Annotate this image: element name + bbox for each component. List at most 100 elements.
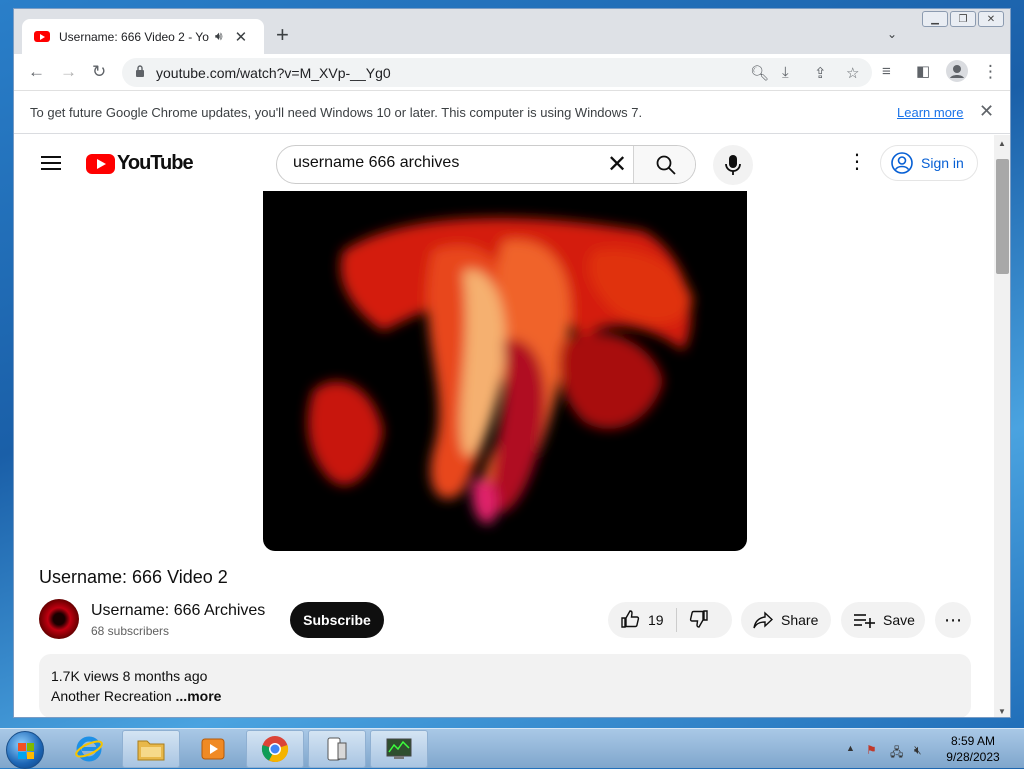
action-center-icon[interactable]: ⚑ <box>866 743 877 757</box>
description-text: Another Recreation ...more <box>51 688 221 704</box>
video-player[interactable] <box>263 191 747 551</box>
channel-name[interactable]: Username: 666 Archives <box>91 602 265 620</box>
youtube-page: YouTube ✕ ⋮ <box>14 135 994 717</box>
channel-avatar[interactable] <box>39 599 79 639</box>
clock-date: 9/28/2023 <box>946 750 1000 764</box>
new-tab-button[interactable]: + <box>276 24 289 46</box>
scroll-down-icon[interactable]: ▼ <box>998 707 1006 716</box>
view-count-and-date: 1.7K views 8 months ago <box>51 668 208 684</box>
settings-kebab-icon[interactable]: ⋮ <box>847 152 867 172</box>
install-app-icon[interactable]: ⤓ <box>782 64 789 81</box>
start-button[interactable] <box>6 731 44 769</box>
speaker-icon[interactable]: 🔊︎ <box>215 29 223 44</box>
bookmark-star-icon[interactable]: ☆ <box>846 64 859 82</box>
voice-search-button[interactable] <box>713 145 753 185</box>
device-icon <box>327 737 347 761</box>
description-body: Another Recreation <box>51 688 172 704</box>
scroll-up-icon[interactable]: ▲ <box>998 139 1006 148</box>
thumbs-down-icon <box>689 609 708 628</box>
share-page-icon[interactable]: ⇪ <box>814 64 827 82</box>
chrome-taskbar-button[interactable] <box>246 730 304 768</box>
zoom-search-icon[interactable]: 🔍︎ <box>750 64 769 82</box>
media-player-taskbar-button[interactable] <box>184 730 242 768</box>
media-player-icon <box>201 738 225 760</box>
youtube-header: YouTube ✕ ⋮ <box>14 135 994 191</box>
windows-logo-icon <box>18 743 34 759</box>
side-panel-icon[interactable]: ◧ <box>916 62 930 82</box>
description-box[interactable]: 1.7K views 8 months ago Another Recreati… <box>39 654 971 717</box>
account-icon <box>891 152 913 174</box>
playlist-add-icon <box>854 614 875 628</box>
task-manager-taskbar-button[interactable] <box>370 730 428 768</box>
share-arrow-icon <box>753 611 773 629</box>
sign-in-button[interactable]: Sign in <box>880 145 978 181</box>
share-button[interactable]: Share <box>741 602 831 638</box>
address-bar[interactable]: youtube.com/watch?v=M_XVp-__Yg0 🔍︎ ⤓ ⇪ ☆ <box>122 58 872 87</box>
subscriber-count: 68 subscribers <box>91 624 170 638</box>
windows-taskbar: ▲ ⚑ 🖧︎ 🔇︎ 8:59 AM 9/28/2023 <box>0 728 1024 769</box>
reload-icon[interactable]: ↻ <box>92 62 106 82</box>
more-horizontal-icon: ⋯ <box>944 609 962 630</box>
close-window-button[interactable]: ✕ <box>978 11 1004 27</box>
youtube-favicon-icon <box>34 31 50 42</box>
scrollbar-thumb[interactable] <box>996 159 1009 274</box>
profile-avatar[interactable] <box>946 60 968 87</box>
window-controls: ▁ ❐ ✕ <box>922 11 1004 27</box>
share-label: Share <box>781 612 819 628</box>
like-button[interactable] <box>620 609 640 632</box>
clock-time: 8:59 AM <box>950 734 996 748</box>
sign-in-label: Sign in <box>921 155 964 171</box>
network-icon[interactable]: 🖧︎ <box>890 743 903 764</box>
volume-muted-icon[interactable]: 🔇︎ <box>914 743 922 758</box>
device-taskbar-button[interactable] <box>308 730 366 768</box>
folder-icon <box>137 740 165 761</box>
tab-youtube[interactable]: Username: 666 Video 2 - You 🔊︎ ✕ <box>22 19 264 54</box>
file-explorer-taskbar-button[interactable] <box>122 730 180 768</box>
youtube-logo[interactable]: YouTube <box>86 152 194 175</box>
back-arrow-icon[interactable]: ← <box>28 62 45 82</box>
search-input[interactable] <box>293 154 593 172</box>
tab-title: Username: 666 Video 2 - You <box>59 29 209 44</box>
minimize-button[interactable]: ▁ <box>922 11 948 27</box>
menu-kebab-icon[interactable]: ⋮ <box>982 62 999 82</box>
more-actions-button[interactable]: ⋯ <box>935 602 971 638</box>
browser-toolbar: ← → ↻ youtube.com/watch?v=M_XVp-__Yg0 🔍︎… <box>14 54 1010 91</box>
like-count: 19 <box>648 612 664 628</box>
forward-arrow-icon[interactable]: → <box>60 62 77 82</box>
save-button[interactable]: Save <box>841 602 925 638</box>
infobar-close-icon[interactable]: ✕ <box>979 101 994 122</box>
clear-search-icon[interactable]: ✕ <box>607 152 627 178</box>
tab-strip: Username: 666 Video 2 - You 🔊︎ ✕ + ⌄ ▁ ❐… <box>14 9 1010 54</box>
chrome-icon <box>261 736 289 763</box>
video-title: Username: 666 Video 2 <box>39 567 228 587</box>
like-dislike-group: 19 <box>608 602 732 638</box>
dislike-button[interactable] <box>689 609 709 632</box>
youtube-play-icon <box>86 153 115 174</box>
tab-close-icon[interactable]: ✕ <box>235 28 248 46</box>
infobar-message: To get future Google Chrome updates, you… <box>30 105 643 120</box>
search-button[interactable] <box>633 146 695 183</box>
video-frame <box>307 217 693 524</box>
lock-icon[interactable] <box>135 65 145 77</box>
chrome-window: Username: 666 Video 2 - You 🔊︎ ✕ + ⌄ ▁ ❐… <box>13 8 1011 718</box>
learn-more-link[interactable]: Learn more <box>897 105 963 120</box>
update-infobar: To get future Google Chrome updates, you… <box>14 92 1010 134</box>
page-scrollbar[interactable]: ▲ ▼ <box>994 135 1010 717</box>
show-more-link[interactable]: ...more <box>176 688 222 704</box>
subscribe-button[interactable]: Subscribe <box>290 602 384 638</box>
tab-search-chevron-icon[interactable]: ⌄ <box>887 27 897 41</box>
search-icon <box>656 155 676 175</box>
internet-explorer-taskbar-button[interactable] <box>60 730 118 768</box>
microphone-icon <box>725 155 741 175</box>
task-manager-icon <box>386 738 412 759</box>
search-box[interactable]: ✕ <box>276 145 696 184</box>
internet-explorer-icon <box>75 736 103 762</box>
restore-button[interactable]: ❐ <box>950 11 976 27</box>
like-divider <box>675 608 677 632</box>
guide-menu-icon[interactable] <box>41 156 61 170</box>
url-text[interactable]: youtube.com/watch?v=M_XVp-__Yg0 <box>156 65 391 81</box>
media-controls-icon[interactable]: ≡ <box>882 62 891 82</box>
save-label: Save <box>883 612 915 628</box>
show-hidden-icons-icon[interactable]: ▲ <box>846 743 855 753</box>
system-clock[interactable]: 8:59 AM 9/28/2023 <box>940 733 1006 765</box>
